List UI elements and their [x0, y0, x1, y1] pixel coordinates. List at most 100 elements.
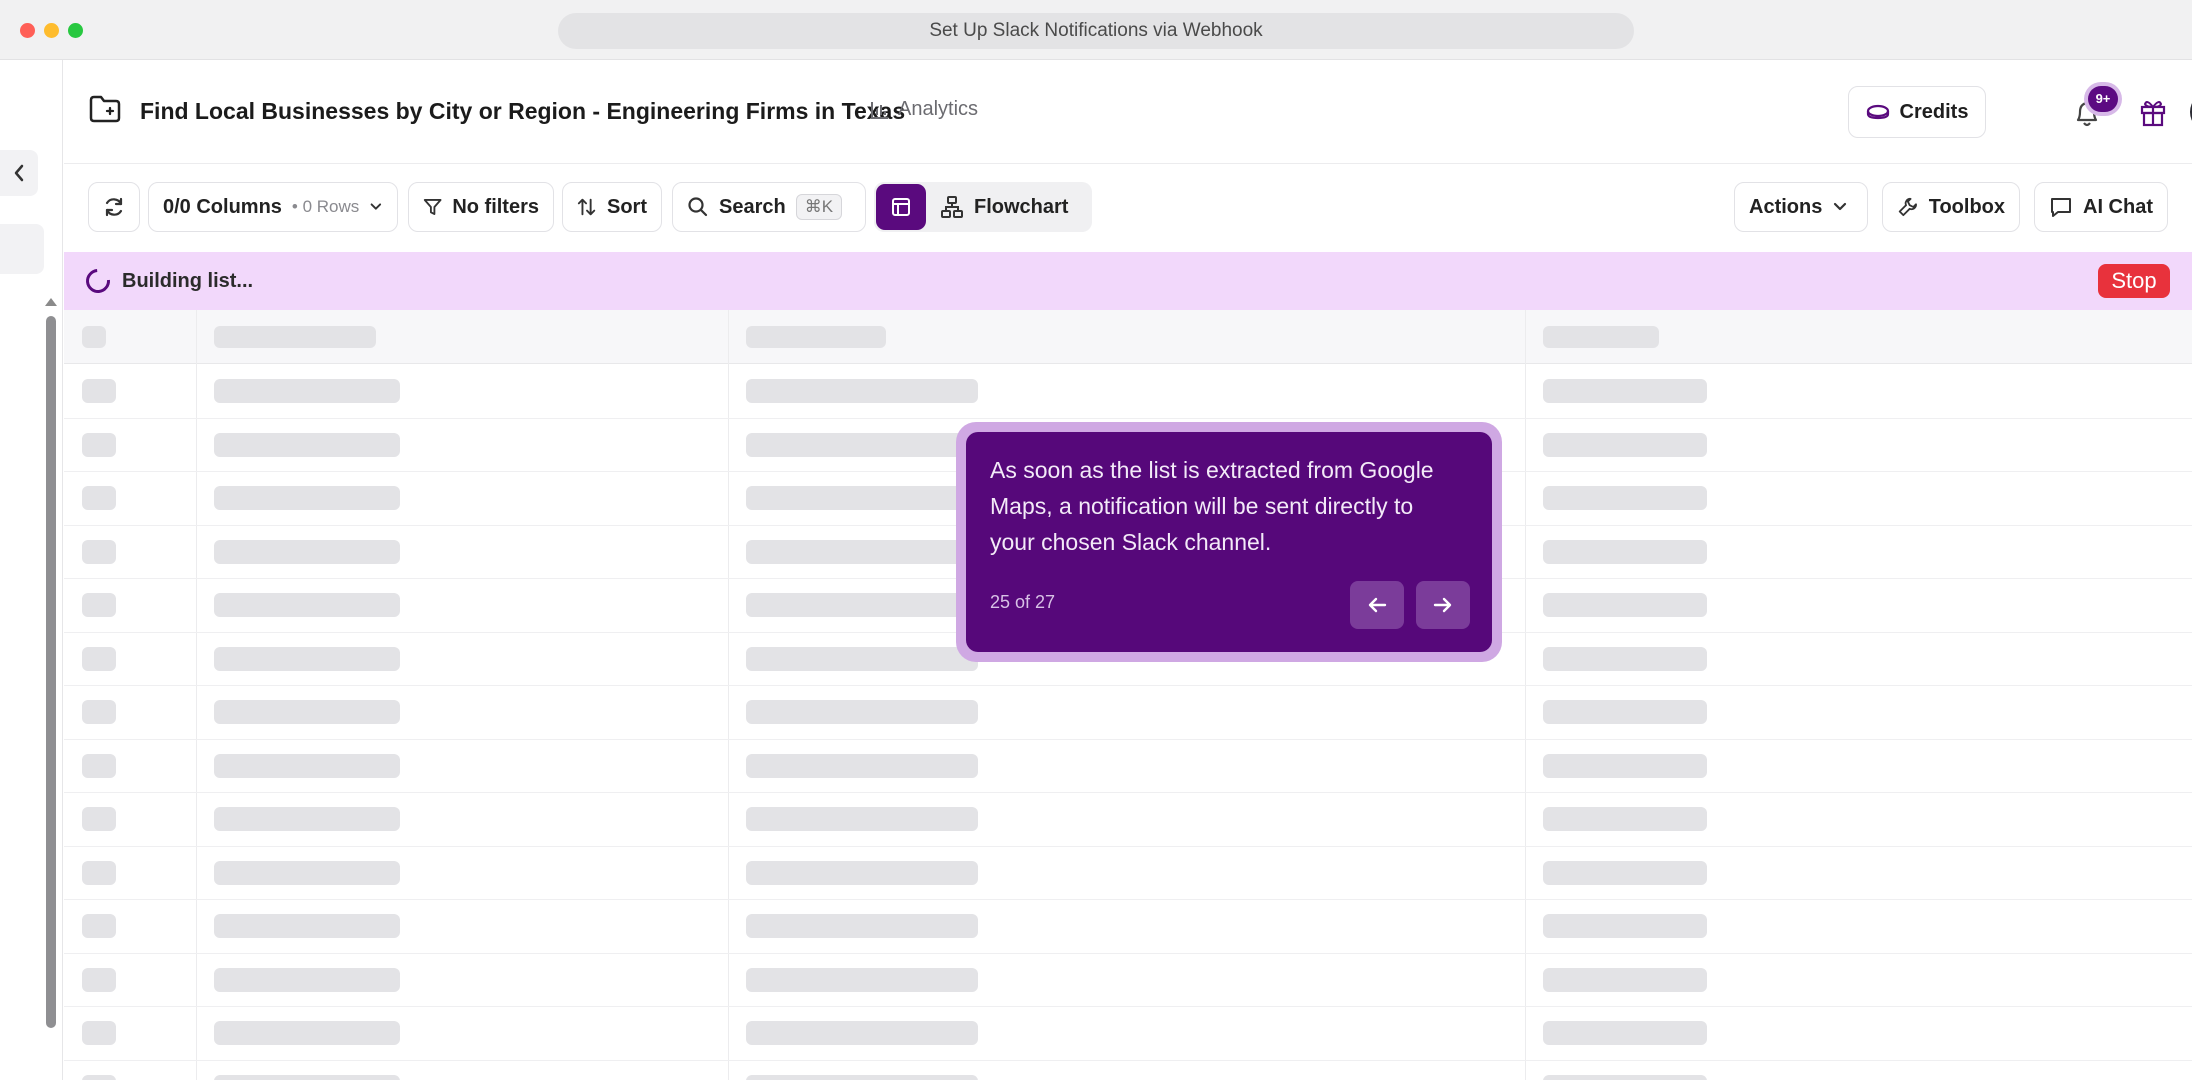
tour-message: As soon as the list is extracted from Go…	[990, 457, 1434, 555]
chat-icon	[2051, 198, 2071, 217]
flowchart-icon	[941, 196, 963, 218]
chevron-down-icon	[1834, 202, 1847, 211]
row-divider	[64, 685, 2192, 686]
window-titlebar: Set Up Slack Notifications via Webhook	[0, 0, 2192, 60]
scroll-up-arrow[interactable]	[45, 298, 57, 306]
flowchart-view-button[interactable]: Flowchart	[940, 182, 1068, 232]
cell-skeleton	[82, 753, 116, 778]
cell-skeleton	[214, 700, 400, 724]
cell-skeleton	[82, 646, 116, 671]
chevron-left-icon	[14, 164, 24, 182]
rows-count: • 0 Rows	[291, 197, 360, 216]
arrow-left-icon	[1368, 597, 1387, 613]
sidebar-item[interactable]	[0, 224, 44, 274]
search-shortcut: ⌘K	[795, 194, 843, 220]
tour-tooltip: As soon as the list is extracted from Go…	[966, 432, 1492, 652]
cell-skeleton	[214, 379, 400, 403]
gift-icon[interactable]	[2138, 96, 2168, 128]
columns-label: 0/0 Columns	[163, 195, 282, 218]
cell-skeleton	[214, 1021, 400, 1045]
search-icon	[688, 197, 708, 217]
page-title: Find Local Businesses by City or Region …	[140, 98, 906, 124]
cell-skeleton	[746, 379, 978, 403]
columns-dropdown[interactable]: 0/0 Columns • 0 Rows	[148, 182, 398, 232]
cell-skeleton	[1543, 967, 1707, 992]
cell-skeleton	[746, 646, 978, 671]
cell-skeleton	[1543, 914, 1707, 938]
cell-skeleton	[1543, 860, 1707, 885]
cell-skeleton	[82, 539, 116, 564]
cell-skeleton	[82, 860, 116, 885]
cell-skeleton	[82, 432, 116, 457]
search-button[interactable]: Search ⌘K	[672, 182, 866, 232]
cell-skeleton	[82, 379, 116, 403]
cell-skeleton	[214, 753, 400, 778]
ai-chat-button[interactable]: AI Chat	[2034, 182, 2168, 232]
tour-next-button[interactable]	[1416, 581, 1470, 629]
close-window-button[interactable]	[20, 23, 35, 38]
cell-skeleton	[1543, 379, 1707, 403]
cell-skeleton	[746, 860, 978, 885]
cell-skeleton	[746, 539, 978, 564]
vertical-scrollbar[interactable]	[46, 316, 56, 1028]
table-toolbar: 0/0 Columns • 0 Rows No filters Sort Sea…	[64, 164, 2192, 252]
row-divider	[64, 738, 2192, 740]
actions-dropdown[interactable]: Actions	[1734, 182, 1868, 232]
cell-skeleton	[1543, 432, 1707, 457]
toolbox-button[interactable]: Toolbox	[1882, 182, 2020, 232]
chevron-down-icon	[370, 203, 382, 210]
credits-label: Credits	[1899, 100, 1969, 123]
cell-skeleton	[746, 700, 978, 724]
sort-button[interactable]: Sort	[562, 182, 662, 232]
refresh-icon	[105, 197, 123, 217]
maximize-window-button[interactable]	[68, 23, 83, 38]
cell-skeleton	[214, 807, 400, 831]
collapse-sidebar-button[interactable]	[0, 150, 38, 196]
row-divider	[64, 417, 2192, 419]
minimize-window-button[interactable]	[44, 23, 59, 38]
table-view-button[interactable]	[876, 184, 926, 230]
cell-skeleton	[214, 539, 400, 564]
cell-skeleton	[1543, 1021, 1707, 1045]
table-icon	[892, 198, 910, 216]
cell-skeleton	[1543, 807, 1707, 831]
cell-skeleton	[746, 486, 978, 510]
cell-skeleton	[82, 486, 116, 510]
arrow-right-icon	[1433, 597, 1452, 613]
spinner-icon	[81, 264, 115, 298]
cell-skeleton	[214, 967, 400, 992]
flowchart-label: Flowchart	[974, 195, 1069, 218]
header-skeleton	[214, 326, 376, 348]
sort-label: Sort	[607, 195, 647, 218]
cell-skeleton	[746, 967, 978, 992]
cell-skeleton	[82, 807, 116, 831]
cell-skeleton	[746, 1074, 978, 1080]
cell-skeleton	[214, 593, 400, 617]
page-header: Find Local Businesses by City or Region …	[64, 60, 2192, 164]
row-divider	[64, 899, 2192, 900]
stop-button[interactable]: Stop	[2098, 264, 2170, 298]
tour-previous-button[interactable]	[1350, 581, 1404, 629]
address-bar[interactable]: Set Up Slack Notifications via Webhook	[558, 13, 1634, 49]
row-divider	[64, 845, 2192, 847]
bar-chart-icon	[871, 101, 888, 119]
cell-skeleton	[746, 1021, 978, 1045]
cell-skeleton	[746, 432, 978, 457]
filters-label: No filters	[452, 195, 539, 218]
cell-skeleton	[1543, 646, 1707, 671]
cell-skeleton	[214, 860, 400, 885]
refresh-button[interactable]	[88, 182, 140, 232]
credits-button[interactable]: Credits	[1848, 86, 1986, 138]
cell-skeleton	[82, 700, 116, 724]
header-skeleton	[746, 326, 886, 348]
cell-skeleton	[1543, 753, 1707, 778]
cell-skeleton	[214, 914, 400, 938]
notification-badge[interactable]: 9+	[2088, 86, 2118, 112]
cell-skeleton	[82, 1074, 116, 1080]
cell-skeleton	[746, 914, 978, 938]
analytics-link[interactable]: Analytics	[870, 98, 978, 121]
cell-skeleton	[1543, 486, 1707, 510]
toolbox-label: Toolbox	[1928, 195, 2005, 218]
wrench-icon	[1898, 197, 1917, 217]
filters-button[interactable]: No filters	[408, 182, 554, 232]
